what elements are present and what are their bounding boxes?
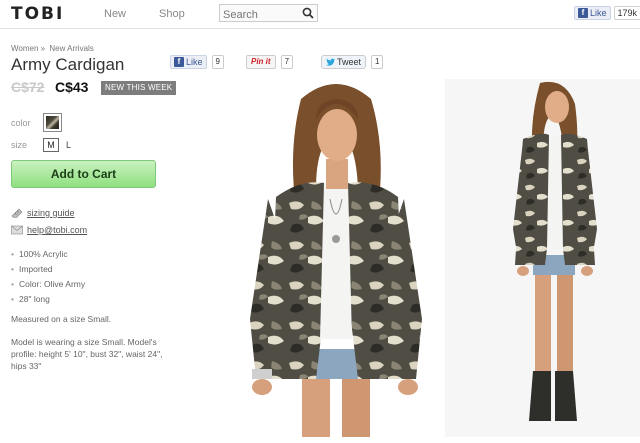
search-input[interactable] (220, 7, 300, 23)
product-facebook-like: f Like 9 (170, 55, 224, 69)
nav-new[interactable]: New (104, 8, 126, 20)
new-this-week-badge: NEW THIS WEEK (101, 81, 177, 95)
product-facebook-like-count: 9 (211, 55, 224, 69)
search-icon[interactable] (302, 7, 314, 19)
color-label: color (11, 118, 31, 128)
size-label: size (11, 140, 28, 150)
breadcrumb-new-arrivals[interactable]: New Arrivals (49, 44, 93, 53)
tweet-label: Tweet (337, 57, 362, 67)
product-facebook-like-button[interactable]: f Like (170, 55, 207, 69)
header-facebook-like: f Like 179k (574, 6, 640, 20)
site-header: TOBI New Shop f Like 179k (0, 0, 640, 29)
spec-item: 100% Acrylic (11, 247, 85, 262)
color-swatch-olive-army[interactable] (43, 113, 62, 132)
facebook-like-label: Like (590, 8, 607, 18)
size-option-m[interactable]: M (43, 138, 59, 152)
help-email-link[interactable]: help@tobi.com (27, 225, 87, 235)
spec-item: 28" long (11, 292, 85, 307)
sizing-guide-row: sizing guide (11, 208, 75, 218)
product-facebook-like-label: Like (186, 57, 203, 67)
help-email-row: help@tobi.com (11, 225, 87, 235)
nav-shop[interactable]: Shop (159, 8, 185, 20)
tweet-count: 1 (371, 55, 384, 69)
ruler-icon (11, 208, 23, 218)
add-to-cart-button[interactable]: Add to Cart (11, 160, 156, 188)
model-illustration-full (445, 79, 640, 437)
facebook-icon: f (174, 57, 184, 67)
facebook-icon: f (578, 8, 588, 18)
facebook-like-count: 179k (613, 6, 640, 20)
tweet-button[interactable]: Tweet (321, 55, 367, 69)
sale-price: C$43 (55, 79, 89, 95)
product-pinterest: Pin it 7 (246, 55, 294, 69)
breadcrumb-separator: » (40, 44, 46, 53)
mail-icon (11, 225, 23, 235)
product-specs: 100% Acrylic Imported Color: Olive Army … (11, 247, 85, 307)
twitter-bird-icon (326, 58, 335, 66)
product-title: Army Cardigan (11, 55, 125, 74)
spec-item: Imported (11, 262, 85, 277)
site-logo[interactable]: TOBI (11, 4, 64, 24)
original-price: C$72 (11, 79, 45, 95)
product-twitter: Tweet 1 (321, 55, 384, 69)
model-illustration-front (250, 84, 422, 437)
measured-note: Measured on a size Small. (11, 314, 112, 324)
pinterest-pin-button[interactable]: Pin it (246, 55, 276, 69)
search-box (219, 4, 318, 23)
size-option-l[interactable]: L (66, 140, 71, 150)
sizing-guide-link[interactable]: sizing guide (27, 208, 75, 218)
breadcrumb-women[interactable]: Women (11, 44, 38, 53)
facebook-like-button[interactable]: f Like (574, 6, 611, 20)
product-photo-full[interactable] (445, 79, 640, 437)
product-photo-front[interactable] (246, 79, 432, 437)
swatch-pattern (46, 116, 59, 129)
model-note: Model is wearing a size Small. Model's p… (11, 337, 163, 371)
breadcrumb: Women » New Arrivals (11, 44, 94, 53)
pinterest-count: 7 (280, 55, 294, 69)
spec-item: Color: Olive Army (11, 277, 85, 292)
